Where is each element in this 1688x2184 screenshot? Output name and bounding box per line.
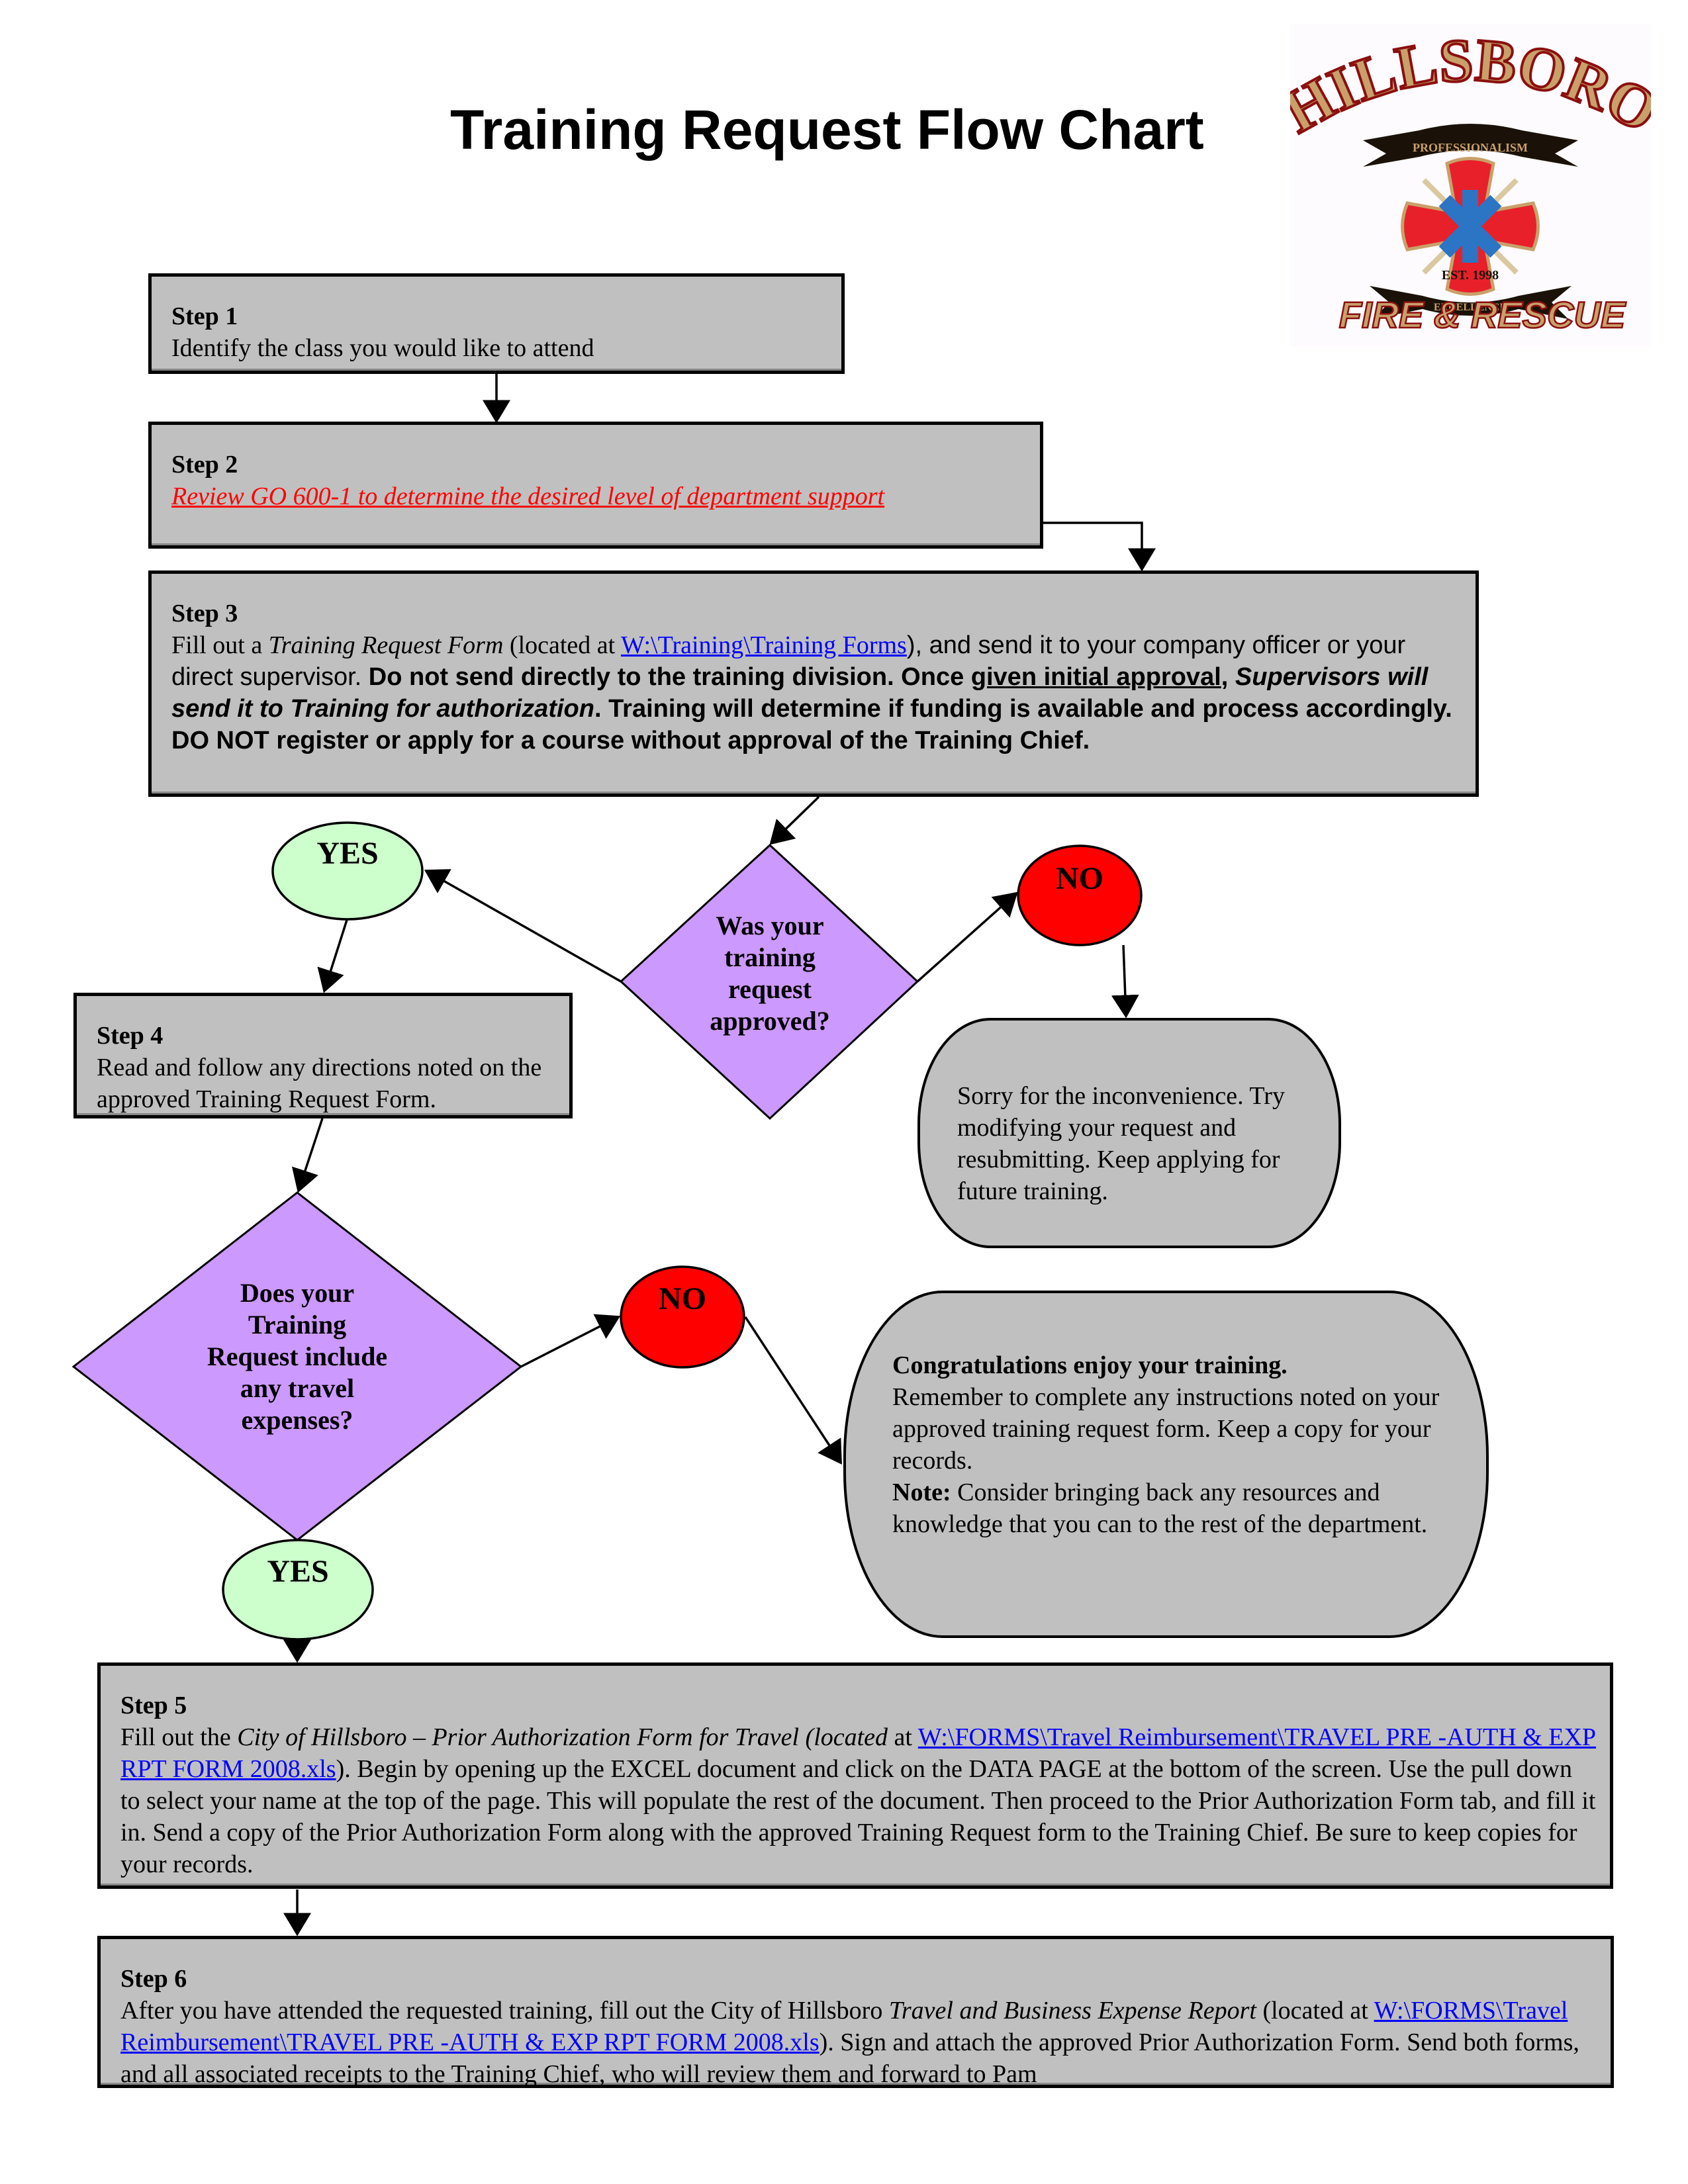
arrow-decision1-to-no1: [916, 891, 1018, 983]
note-label: Note:: [892, 1479, 951, 1506]
arrow-decision2-to-no2: [520, 1314, 621, 1368]
yes1-label: YES: [316, 836, 379, 871]
training-request-form-name: Training Request Form: [268, 631, 504, 659]
arrow-step4-to-decision2: [291, 1118, 324, 1193]
step3-box: Step 3 Fill out a Training Request Form …: [148, 570, 1479, 797]
arrow-step2-to-step3: [1043, 522, 1156, 572]
step3-title: Step 3: [171, 600, 238, 627]
step5-box: Step 5 Fill out the City of Hillsboro – …: [97, 1662, 1613, 1889]
step4-box: Step 4 Read and follow any directions no…: [73, 993, 573, 1118]
sorry-text: Sorry for the inconvenience. Try modifyi…: [957, 1082, 1285, 1205]
prior-authorization-form-name: City of Hillsboro – Prior Authorization …: [237, 1723, 888, 1751]
decision-approved-question: Was your training request approved?: [710, 911, 830, 1036]
step2-box: Step 2 Review GO 600-1 to determine the …: [148, 422, 1043, 549]
step1-box: Step 1 Identify the class you would like…: [148, 273, 845, 374]
no2-label: NO: [659, 1281, 706, 1316]
step5-title: Step 5: [120, 1692, 187, 1719]
step6-title: Step 6: [120, 1965, 187, 1993]
arrow-yes1-to-step4: [317, 919, 348, 993]
step1-text: Identify the class you would like to att…: [171, 334, 594, 362]
approved-terminal: Congratulations enjoy your training. Rem…: [843, 1291, 1489, 1638]
training-forms-link[interactable]: W:\Training\Training Forms: [621, 631, 907, 659]
no1-label: NO: [1056, 861, 1103, 896]
congrats-heading: Congratulations enjoy your training.: [892, 1351, 1288, 1379]
step4-title: Step 4: [97, 1022, 164, 1050]
note-text: Consider bringing back any resources and…: [892, 1479, 1428, 1538]
arrow-step3-to-decision1: [769, 796, 820, 845]
expense-report-name: Travel and Business Expense Report: [888, 1997, 1256, 2025]
step6-box: Step 6 After you have attended the reque…: [97, 1936, 1614, 2088]
congrats-text: Remember to complete any instructions no…: [892, 1383, 1440, 1475]
arrow-no1-to-sorry: [1111, 944, 1139, 1019]
go-600-1-link[interactable]: Review GO 600-1 to determine the desired…: [171, 482, 884, 510]
step4-text: Read and follow any directions noted on …: [97, 1054, 542, 1113]
decision-travel-question: Does your Training Request include any t…: [207, 1278, 388, 1435]
arrow-decision1-to-yes1: [424, 869, 622, 983]
flow-chart-page: Training Request Flow Chart HILLSBORO PR…: [0, 0, 1688, 2184]
yes2-label: YES: [267, 1554, 329, 1589]
not-approved-terminal: Sorry for the inconvenience. Try modifyi…: [917, 1018, 1341, 1248]
arrow-no2-to-congrats: [744, 1316, 842, 1465]
step2-title: Step 2: [171, 451, 238, 478]
step1-title: Step 1: [171, 302, 238, 330]
